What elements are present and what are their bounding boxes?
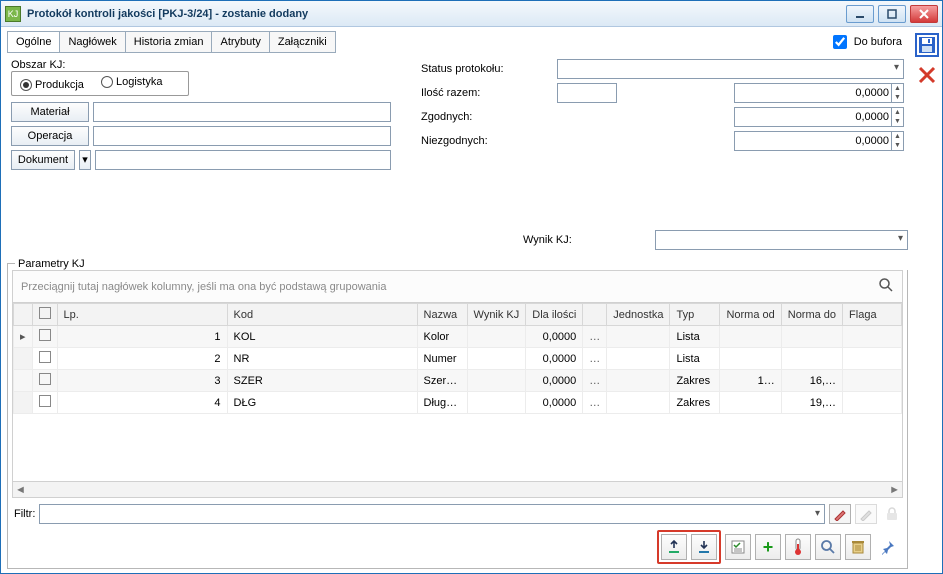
pin-icon[interactable] xyxy=(875,534,901,560)
niezgodnych-label: Niezgodnych: xyxy=(421,135,553,147)
scroll-left-icon[interactable]: ◄ xyxy=(15,484,26,496)
tab-historia[interactable]: Historia zmian xyxy=(126,32,213,52)
scroll-right-icon[interactable]: ► xyxy=(889,484,900,496)
operacja-button[interactable]: Operacja xyxy=(11,126,89,146)
tab-ogolne[interactable]: Ogólne xyxy=(8,32,60,52)
row-checkbox[interactable] xyxy=(39,351,51,363)
obszar-label: Obszar KJ: xyxy=(11,59,65,71)
dokument-button[interactable]: Dokument xyxy=(11,150,75,170)
col-lp[interactable]: Lp. xyxy=(57,304,227,326)
tab-bar: Ogólne Nagłówek Historia zmian Atrybuty … xyxy=(7,31,336,53)
wynik-label: Wynik KJ: xyxy=(523,234,651,246)
app-icon: KJ xyxy=(5,6,21,22)
row-checkbox[interactable] xyxy=(39,395,51,407)
window-title: Protokół kontroli jakości [PKJ-3/24] - z… xyxy=(27,8,846,20)
do-bufora-label: Do bufora xyxy=(854,36,902,48)
export-button[interactable] xyxy=(661,534,687,560)
filter-input[interactable] xyxy=(39,504,825,524)
thermometer-button[interactable] xyxy=(785,534,811,560)
add-button[interactable]: + xyxy=(755,534,781,560)
maximize-button[interactable] xyxy=(878,5,906,23)
radio-logistyka[interactable]: Logistyka xyxy=(101,76,162,88)
checklist-button[interactable] xyxy=(725,534,751,560)
table-row[interactable]: 2NRNumer0,0000…Lista xyxy=(14,348,902,370)
material-button[interactable]: Materiał xyxy=(11,102,89,122)
zgodnych-label: Zgodnych: xyxy=(421,111,553,123)
col-nod[interactable]: Norma od xyxy=(720,304,781,326)
radio-produkcja[interactable]: Produkcja xyxy=(20,79,84,91)
wynik-dropdown[interactable] xyxy=(655,230,908,250)
ilosc-value-input[interactable]: 0,0000 ▲▼ xyxy=(734,83,904,103)
lock-icon xyxy=(881,504,903,524)
tab-zalaczniki[interactable]: Załączniki xyxy=(270,32,335,52)
col-kod[interactable]: Kod xyxy=(227,304,417,326)
parametry-legend: Parametry KJ xyxy=(15,258,908,270)
material-input[interactable] xyxy=(93,102,391,122)
row-checkbox[interactable] xyxy=(39,329,51,341)
col-jedn[interactable]: Jednostka xyxy=(607,304,670,326)
status-label: Status protokołu: xyxy=(421,63,553,75)
filter-build-button xyxy=(855,504,877,524)
do-bufora-checkbox[interactable] xyxy=(833,35,847,49)
delete-button[interactable] xyxy=(845,534,871,560)
table-row[interactable]: 4DŁGDług…0,0000…Zakres19,… xyxy=(14,392,902,414)
cancel-button[interactable] xyxy=(915,63,939,87)
titlebar: KJ Protokół kontroli jakości [PKJ-3/24] … xyxy=(1,1,942,27)
table-row[interactable]: 3SZERSzer…0,0000…Zakres1…16,… xyxy=(14,370,902,392)
filter-label: Filtr: xyxy=(12,508,35,520)
zoom-button[interactable] xyxy=(815,534,841,560)
save-button[interactable] xyxy=(915,33,939,57)
radio-dot-icon xyxy=(101,76,113,88)
group-by-hint[interactable]: Przeciągnij tutaj nagłówek kolumny, jeśl… xyxy=(12,270,903,303)
ilosc-label: Ilość razem: xyxy=(421,87,553,99)
zgodnych-value-input[interactable]: 0,0000 ▲▼ xyxy=(734,107,904,127)
row-checkbox[interactable] xyxy=(39,373,51,385)
highlighted-tools xyxy=(657,530,721,564)
import-button[interactable] xyxy=(691,534,717,560)
col-nazwa[interactable]: Nazwa xyxy=(417,304,467,326)
col-flaga[interactable]: Flaga xyxy=(843,304,902,326)
window-root: KJ Protokół kontroli jakości [PKJ-3/24] … xyxy=(0,0,943,574)
col-ndo[interactable]: Norma do xyxy=(781,304,842,326)
col-wynik[interactable]: Wynik KJ xyxy=(467,304,526,326)
ilosc-unit-input[interactable] xyxy=(557,83,617,103)
parametry-panel: Przeciągnij tutaj nagłówek kolumny, jeśl… xyxy=(7,263,908,569)
operacja-input[interactable] xyxy=(93,126,391,146)
close-button[interactable] xyxy=(910,5,938,23)
select-all-checkbox[interactable] xyxy=(39,307,51,319)
search-icon[interactable] xyxy=(878,277,894,296)
status-dropdown[interactable] xyxy=(557,59,904,79)
radio-dot-icon xyxy=(20,79,32,91)
minimize-button[interactable] xyxy=(846,5,874,23)
tab-naglowek[interactable]: Nagłówek xyxy=(60,32,125,52)
grid-hscroll[interactable]: ◄ ► xyxy=(12,482,903,498)
dokument-input[interactable] xyxy=(95,150,391,170)
col-dla[interactable]: Dla ilości xyxy=(526,304,583,326)
dokument-caret[interactable]: ▾ xyxy=(79,150,91,170)
col-typ[interactable]: Typ xyxy=(670,304,720,326)
tab-atrybuty[interactable]: Atrybuty xyxy=(212,32,269,52)
parametry-grid[interactable]: Lp. Kod Nazwa Wynik KJ Dla ilości Jednos… xyxy=(12,303,903,482)
table-row[interactable]: ▸1KOLKolor0,0000…Lista xyxy=(14,326,902,348)
obszar-group: Produkcja Logistyka xyxy=(11,71,189,96)
niezgodnych-value-input[interactable]: 0,0000 ▲▼ xyxy=(734,131,904,151)
filter-edit-button[interactable] xyxy=(829,504,851,524)
